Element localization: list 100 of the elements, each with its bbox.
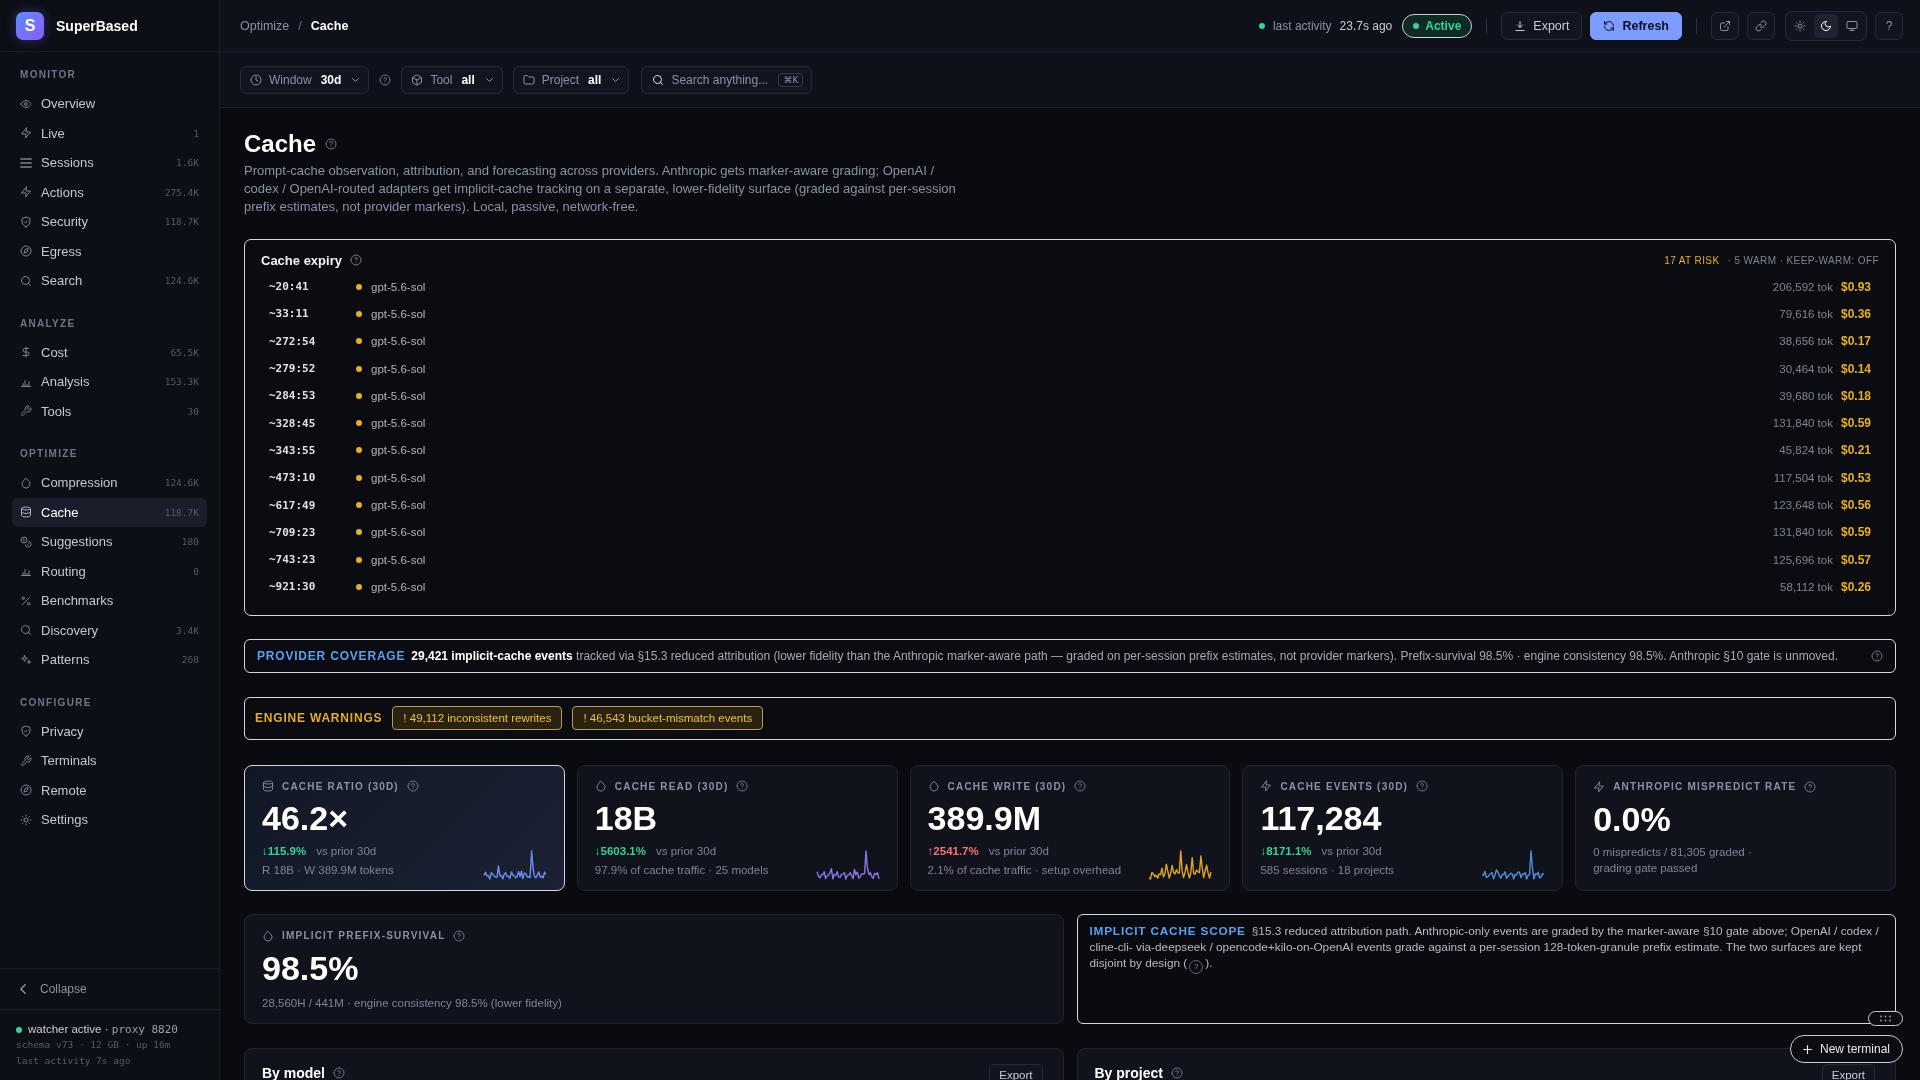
search-icon <box>20 624 32 637</box>
filter-dropdown[interactable]: Project all <box>512 65 630 94</box>
help-icon[interactable] <box>325 138 338 150</box>
nav-item[interactable]: Tools 30 <box>12 396 207 426</box>
status-dot-icon <box>356 583 362 590</box>
external-link-icon <box>1719 19 1731 32</box>
grip-handle-icon[interactable] <box>1868 1011 1903 1026</box>
lightning-icon <box>20 127 32 140</box>
nav-item[interactable]: Analysis 153.3K <box>12 367 207 397</box>
droplet-icon <box>927 780 940 793</box>
database-icon <box>262 780 274 793</box>
expiry-time: ~33:11 <box>269 307 310 321</box>
activity-label: last activity <box>1272 18 1332 33</box>
item-count: 0 <box>193 565 199 577</box>
cost-value: $0.57 <box>1840 552 1871 567</box>
help-icon[interactable] <box>379 73 392 86</box>
expiry-time: ~617:49 <box>269 498 317 512</box>
export-button[interactable]: Export <box>1821 1063 1875 1080</box>
nav-section-title: MONITOR <box>19 68 78 82</box>
expiry-time: ~921:30 <box>269 580 317 594</box>
help-icon[interactable] <box>333 1066 345 1079</box>
nav-item[interactable]: Benchmarks <box>12 586 207 616</box>
stat-detail: 585 sessions · 18 projects <box>1260 862 1395 878</box>
model-name: gpt-5.6-sol <box>371 580 426 593</box>
compass-icon <box>20 784 32 797</box>
nav-item[interactable]: Security 118.7K <box>12 207 207 237</box>
nav-item[interactable]: Cost 65.5K <box>12 337 207 367</box>
search-input[interactable]: Search anything... <box>671 72 772 87</box>
help-icon[interactable] <box>453 929 466 942</box>
model-name: gpt-5.6-sol <box>371 444 426 457</box>
wrench-icon <box>20 405 32 418</box>
lightning-icon <box>1593 780 1606 793</box>
refresh-button[interactable]: Refresh <box>1590 11 1682 40</box>
warnings-label: ENGINE WARNINGS <box>255 711 383 726</box>
export-button[interactable]: Export <box>989 1063 1043 1080</box>
nav-item[interactable]: Compression 124.6K <box>12 468 207 498</box>
stat-value: 46.2× <box>262 798 350 837</box>
status-dot-icon <box>356 283 362 290</box>
help-icon[interactable] <box>736 780 749 793</box>
nav-item[interactable]: Privacy <box>12 716 207 746</box>
export-button[interactable]: Export <box>1501 11 1583 40</box>
filter-dropdown[interactable]: Tool all <box>401 65 503 94</box>
stat-value: 0.0% <box>1593 799 1672 838</box>
status-dot-icon <box>1258 22 1265 29</box>
nav-item[interactable]: Actions 275.4K <box>12 177 207 207</box>
theme-option[interactable] <box>1814 13 1838 38</box>
help-icon[interactable] <box>349 254 362 266</box>
item-count: 1 <box>193 127 199 139</box>
help-icon[interactable] <box>1871 649 1883 662</box>
last-activity: last activity 7s ago <box>16 1054 132 1068</box>
nav-item[interactable]: Cache 118.7K <box>12 497 207 527</box>
help-icon[interactable] <box>1170 1066 1183 1079</box>
nav-item[interactable]: Routing 0 <box>12 556 207 586</box>
nav-section-title: OPTIMIZE <box>19 447 79 461</box>
nav-item[interactable]: Patterns 268 <box>12 645 207 675</box>
copy-link-button[interactable] <box>1747 11 1775 40</box>
new-terminal-button[interactable]: New terminal <box>1789 1035 1903 1063</box>
list-icon <box>20 156 32 169</box>
nav-item[interactable]: Search 124.6K <box>12 266 207 296</box>
percent-icon <box>20 594 32 607</box>
nav-item[interactable]: Terminals <box>12 746 207 776</box>
open-external-button[interactable] <box>1711 11 1739 40</box>
token-count: 125,696 tok <box>1772 553 1833 566</box>
nav-item[interactable]: Live 1 <box>12 118 207 148</box>
nav-section-title: ANALYZE <box>19 316 77 331</box>
sun-icon <box>20 813 32 826</box>
expiry-time: ~272:54 <box>269 334 317 348</box>
collapse-button[interactable]: Collapse <box>0 968 219 1009</box>
search-field[interactable]: Search anything... ⌘K <box>641 65 813 94</box>
breadcrumb-link[interactable]: Optimize <box>240 18 290 33</box>
system-info: schema v73 · 12 GB · up 16m <box>16 1038 172 1052</box>
nav-item[interactable]: Egress <box>12 236 207 266</box>
item-count: 180 <box>181 536 199 548</box>
breadcrumb-current: Cache <box>310 18 349 33</box>
nav-item[interactable]: Sessions 1.6K <box>12 148 207 178</box>
status-dot-icon <box>16 1026 22 1033</box>
nav-item[interactable]: Discovery 3.4K <box>12 615 207 645</box>
cost-value: $0.18 <box>1840 388 1871 403</box>
item-count: 124.6K <box>164 477 199 489</box>
nav-item[interactable]: Suggestions 180 <box>12 527 207 557</box>
droplet-icon <box>594 780 607 793</box>
nav-item[interactable]: Remote <box>12 775 207 805</box>
nav-item[interactable]: Overview <box>12 89 207 119</box>
download-icon <box>1514 19 1527 32</box>
wrench-icon <box>20 754 32 767</box>
stat-detail: 97.9% of cache traffic · 25 models <box>594 862 770 878</box>
filter-dropdown[interactable]: Window 30d <box>240 65 370 94</box>
app-logo[interactable]: S <box>16 11 44 40</box>
help-icon[interactable] <box>1416 780 1429 793</box>
shield-check-icon <box>20 725 32 738</box>
nav-item[interactable]: Settings <box>12 805 207 835</box>
token-count: 58,112 tok <box>1780 580 1833 593</box>
help-icon[interactable] <box>1074 780 1087 793</box>
help-icon[interactable] <box>406 780 419 793</box>
help-button[interactable]: ? <box>1875 11 1903 40</box>
stat-value: 389.9M <box>927 798 1042 837</box>
help-icon[interactable] <box>1804 780 1817 793</box>
cost-value: $0.17 <box>1840 334 1871 349</box>
stat-label: ANTHROPIC MISPREDICT RATE <box>1613 781 1797 793</box>
status-dot-icon <box>356 392 362 399</box>
